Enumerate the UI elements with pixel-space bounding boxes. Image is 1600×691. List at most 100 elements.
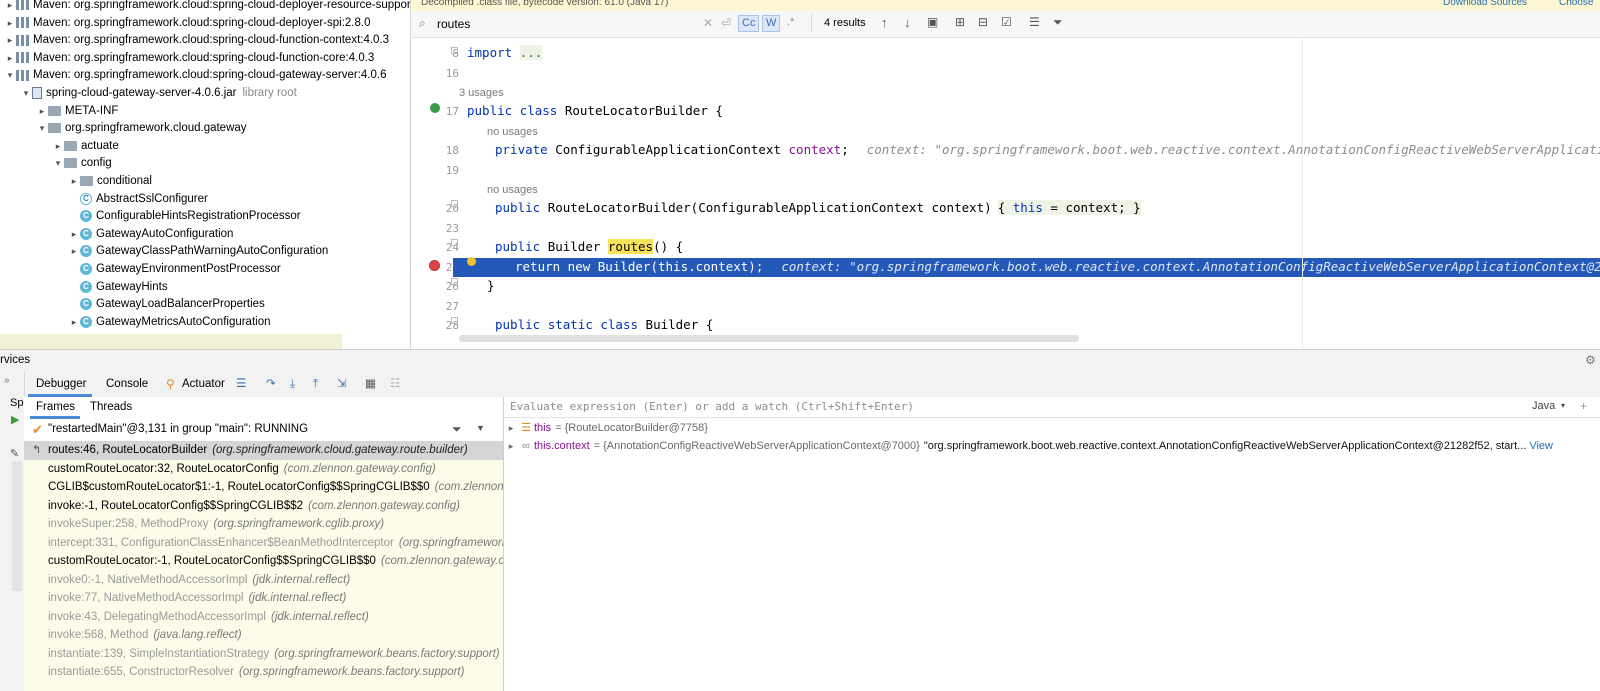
tree-item[interactable]: ▾ org.springframework.cloud.gateway [0,119,247,137]
choose-sources-link[interactable]: Choose [1559,0,1593,8]
evaluate-table-icon[interactable]: ▦ [365,371,376,397]
regex-button[interactable]: .* [787,16,794,28]
chevron-icon[interactable]: ▾ [52,154,64,172]
tab-threads[interactable]: Threads [90,401,132,413]
frame-row[interactable]: invokeSuper:258, MethodProxy (org.springf… [24,515,503,534]
tree-item[interactable]: C ConfigurableHintsRegistrationProcessor [0,207,301,225]
chevron-right-icon[interactable]: ▸ [504,437,518,455]
frame-row[interactable]: invoke0:-1, NativeMethodAccessorImpl (jdk… [24,571,503,590]
step-into-icon[interactable]: ⤓ [290,371,295,397]
tree-item[interactable]: ▸ META-INF [0,102,119,120]
tree-item[interactable]: ▾ Maven: org.springframework.cloud:spring… [0,66,387,84]
usages-hint[interactable]: no usages [487,126,538,138]
trace-icon[interactable]: ☷ [390,371,400,397]
tree-item[interactable]: ▸ actuate [0,137,119,155]
chevron-icon[interactable]: ▾ [4,66,16,84]
wrench-icon[interactable]: ✎ [10,447,19,460]
remove-occurrence-icon[interactable]: ⊟ [978,15,988,29]
tree-item[interactable]: ▾ spring-cloud-gateway-server-4.0.6.jar li… [0,84,297,102]
lightbulb-icon[interactable] [467,257,476,266]
add-occurrence-icon[interactable]: ⊞ [955,15,965,29]
filter-search-results-icon[interactable]: ☰ [1029,15,1040,29]
tab-actuator[interactable]: Actuator [182,371,225,397]
tree-item[interactable]: ▸ Maven: org.springframework.cloud:spring… [0,31,389,49]
usages-hint[interactable]: no usages [487,184,538,196]
code-area[interactable]: 8 import ... 16 3 usages 17 public class Rout… [411,37,1600,349]
search-input[interactable]: routes [437,17,470,31]
tree-item[interactable]: ▸ Maven: org.springframework.cloud:spring… [0,49,375,67]
download-sources-link[interactable]: Download Sources [1443,0,1527,8]
tree-item[interactable]: ▸ conditional [0,172,152,190]
frame-row[interactable]: invoke:77, NativeMethodAccessorImpl (jdk.… [24,589,503,608]
chevron-icon[interactable]: ▾ [36,119,48,137]
menu-icon[interactable]: ☰ [236,371,246,397]
chevron-icon[interactable]: ▸ [4,31,16,49]
resume-icon[interactable]: ▶ [11,413,19,426]
chevron-icon[interactable]: ▸ [68,225,80,243]
chevron-icon[interactable]: ▸ [36,102,48,120]
tree-item[interactable]: ▸ C GatewayClassPathWarningAutoConfigurati… [0,242,328,260]
tree-item[interactable]: C AbstractSslConfigurer [0,190,208,208]
tab-frames[interactable]: Frames [36,401,75,413]
tree-item[interactable]: ▸ Maven: org.springframework.cloud:spring… [0,14,371,32]
chevron-icon[interactable]: ▸ [4,14,16,32]
frame-row[interactable]: invoke:568, Method (java.lang.reflect) [24,626,503,645]
filter-icon[interactable]: ⏷ [1053,15,1063,30]
filter-icon[interactable]: ⏷ [452,422,462,437]
tree-item[interactable]: C GatewayHints [0,278,168,296]
fold-icon[interactable] [451,278,458,285]
chevron-icon[interactable]: ▸ [52,137,64,155]
tree-item[interactable]: ▸ C GatewayAutoConfiguration [0,225,233,243]
variable-row[interactable]: ▸ ∞ this.context = {AnnotationConfigReactiv… [504,437,1600,455]
language-select[interactable]: Java [1532,400,1555,412]
select-all-occurrences-icon[interactable]: ☑ [1001,15,1012,29]
frame-row[interactable]: customRouteLocator:-1, RouteLocatorConfi… [24,552,503,571]
chevron-icon[interactable]: ▸ [4,49,16,67]
chevron-icon[interactable]: ▸ [68,313,80,331]
tab-console[interactable]: Console [106,371,148,397]
add-watch-icon[interactable]: + [1580,399,1587,413]
arrow-down-icon[interactable]: ↓ [904,15,911,30]
words-button[interactable]: W [762,15,781,32]
newline-icon[interactable]: ⏎ [721,16,731,30]
frame-row[interactable]: customRouteLocator:32, RouteLocatorConfi… [24,460,503,479]
fold-icon[interactable] [451,317,458,324]
chevron-icon[interactable]: ▸ [68,242,80,260]
implemented-icon[interactable] [430,103,440,113]
settings-icon[interactable]: ⚙ [1585,353,1596,367]
frame-row[interactable]: instantiate:139, SimpleInstantiationStra… [24,645,503,664]
match-case-button[interactable]: Cc [738,15,760,32]
frame-row[interactable]: instantiate:655, ConstructorResolver (org… [24,663,503,682]
frame-row[interactable]: invoke:-1, RouteLocatorConfig$$SpringCGL… [24,497,503,516]
fold-icon[interactable] [451,47,458,54]
step-out-icon[interactable]: ⤒ [313,371,318,397]
horizontal-scrollbar[interactable] [459,335,1079,342]
tree-item[interactable]: C GatewayLoadBalancerProperties [0,295,265,313]
fold-icon[interactable] [451,200,458,207]
evaluate-input[interactable]: Evaluate expression (Enter) or add a wat… [510,400,914,413]
chevron-icon[interactable]: ▾ [20,84,32,102]
expand-icon[interactable]: » [4,375,10,386]
arrow-up-icon[interactable]: ↑ [881,15,888,30]
frame-row[interactable]: ↰ routes:46, RouteLocatorBuilder (org.spri… [24,441,503,460]
breakpoint-icon[interactable] [429,260,440,271]
open-in-window-icon[interactable]: ▣ [927,15,938,29]
tree-item[interactable]: ▸ C GatewayMetricsAutoConfiguration [0,313,271,331]
chevron-icon[interactable]: ▸ [4,0,16,14]
clear-search-icon[interactable]: ✕ [703,16,713,30]
fold-icon[interactable] [451,239,458,246]
usages-hint[interactable]: 3 usages [459,87,504,99]
frame-row[interactable]: intercept:331, ConfigurationClassEnhance… [24,534,503,553]
thread-selector[interactable]: ✔ "restartedMain"@3,131 in group "main":… [24,419,503,442]
frame-row[interactable]: CGLIB$customRouteLocator$1:-1, RouteLoca… [24,478,503,497]
variable-row[interactable]: ▸ ☰ this = {RouteLocatorBuilder@7758} [504,419,1600,437]
tree-item[interactable]: ▾ config [0,154,112,172]
tree-item[interactable]: C GatewayEnvironmentPostProcessor [0,260,281,278]
run-to-cursor-icon[interactable]: ⇲ [337,371,347,397]
chevron-down-icon[interactable]: ▼ [476,423,485,433]
step-over-icon[interactable]: ↷ [266,371,276,397]
chevron-down-icon[interactable]: ▾ [1561,401,1565,410]
frame-row[interactable]: invoke:43, DelegatingMethodAccessorImpl (… [24,608,503,627]
chevron-right-icon[interactable]: ▸ [504,419,518,437]
chevron-icon[interactable]: ▸ [68,172,80,190]
